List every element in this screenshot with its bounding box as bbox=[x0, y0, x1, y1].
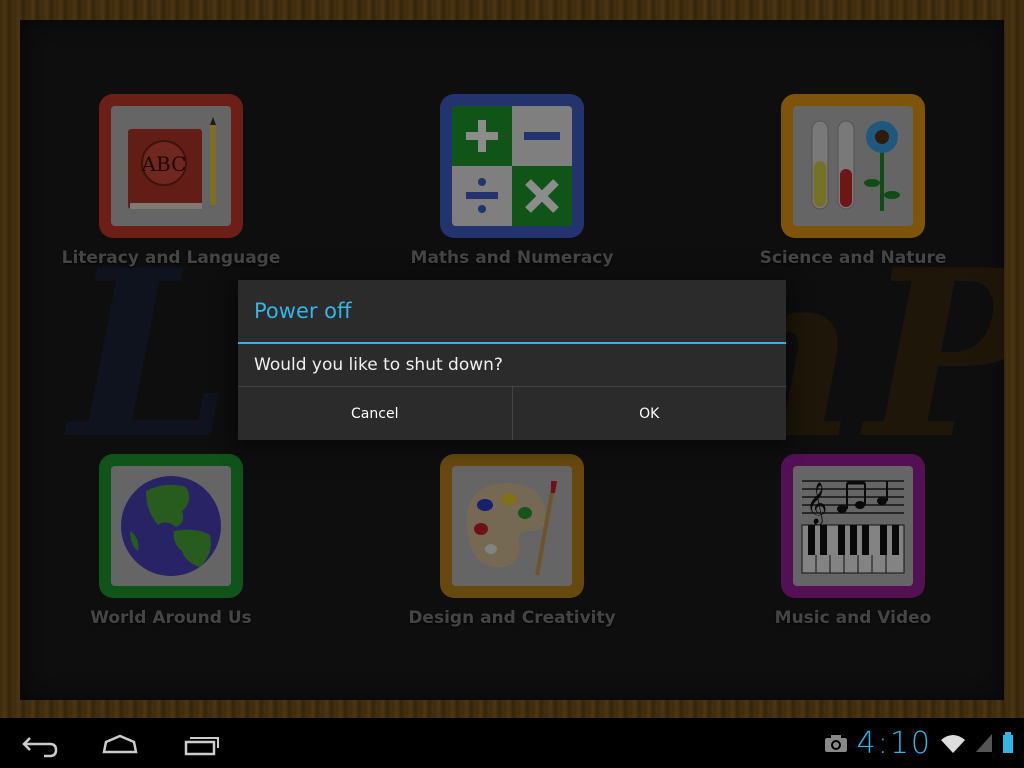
system-navigation-bar: 4:10 bbox=[0, 718, 1024, 768]
recent-apps-icon bbox=[184, 737, 219, 756]
ok-button[interactable]: OK bbox=[511, 387, 787, 440]
battery-icon bbox=[1003, 732, 1013, 753]
back-icon bbox=[22, 737, 58, 758]
wifi-icon bbox=[941, 735, 965, 753]
home-icon bbox=[102, 734, 138, 754]
status-area[interactable]: 4:10 bbox=[823, 718, 1014, 768]
cancel-button[interactable]: Cancel bbox=[238, 387, 512, 440]
power-off-dialog: Power off Would you like to shut down? C… bbox=[238, 280, 786, 440]
home-button[interactable] bbox=[92, 726, 152, 760]
camera-icon bbox=[824, 735, 847, 752]
recent-apps-button[interactable] bbox=[172, 726, 232, 760]
signal-icon bbox=[976, 734, 992, 752]
dialog-title: Power off bbox=[238, 280, 786, 344]
dialog-button-bar: Cancel OK bbox=[238, 386, 786, 440]
clock: 4:10 bbox=[856, 725, 932, 761]
back-button[interactable] bbox=[14, 726, 74, 760]
dialog-message: Would you like to shut down? bbox=[254, 355, 503, 375]
